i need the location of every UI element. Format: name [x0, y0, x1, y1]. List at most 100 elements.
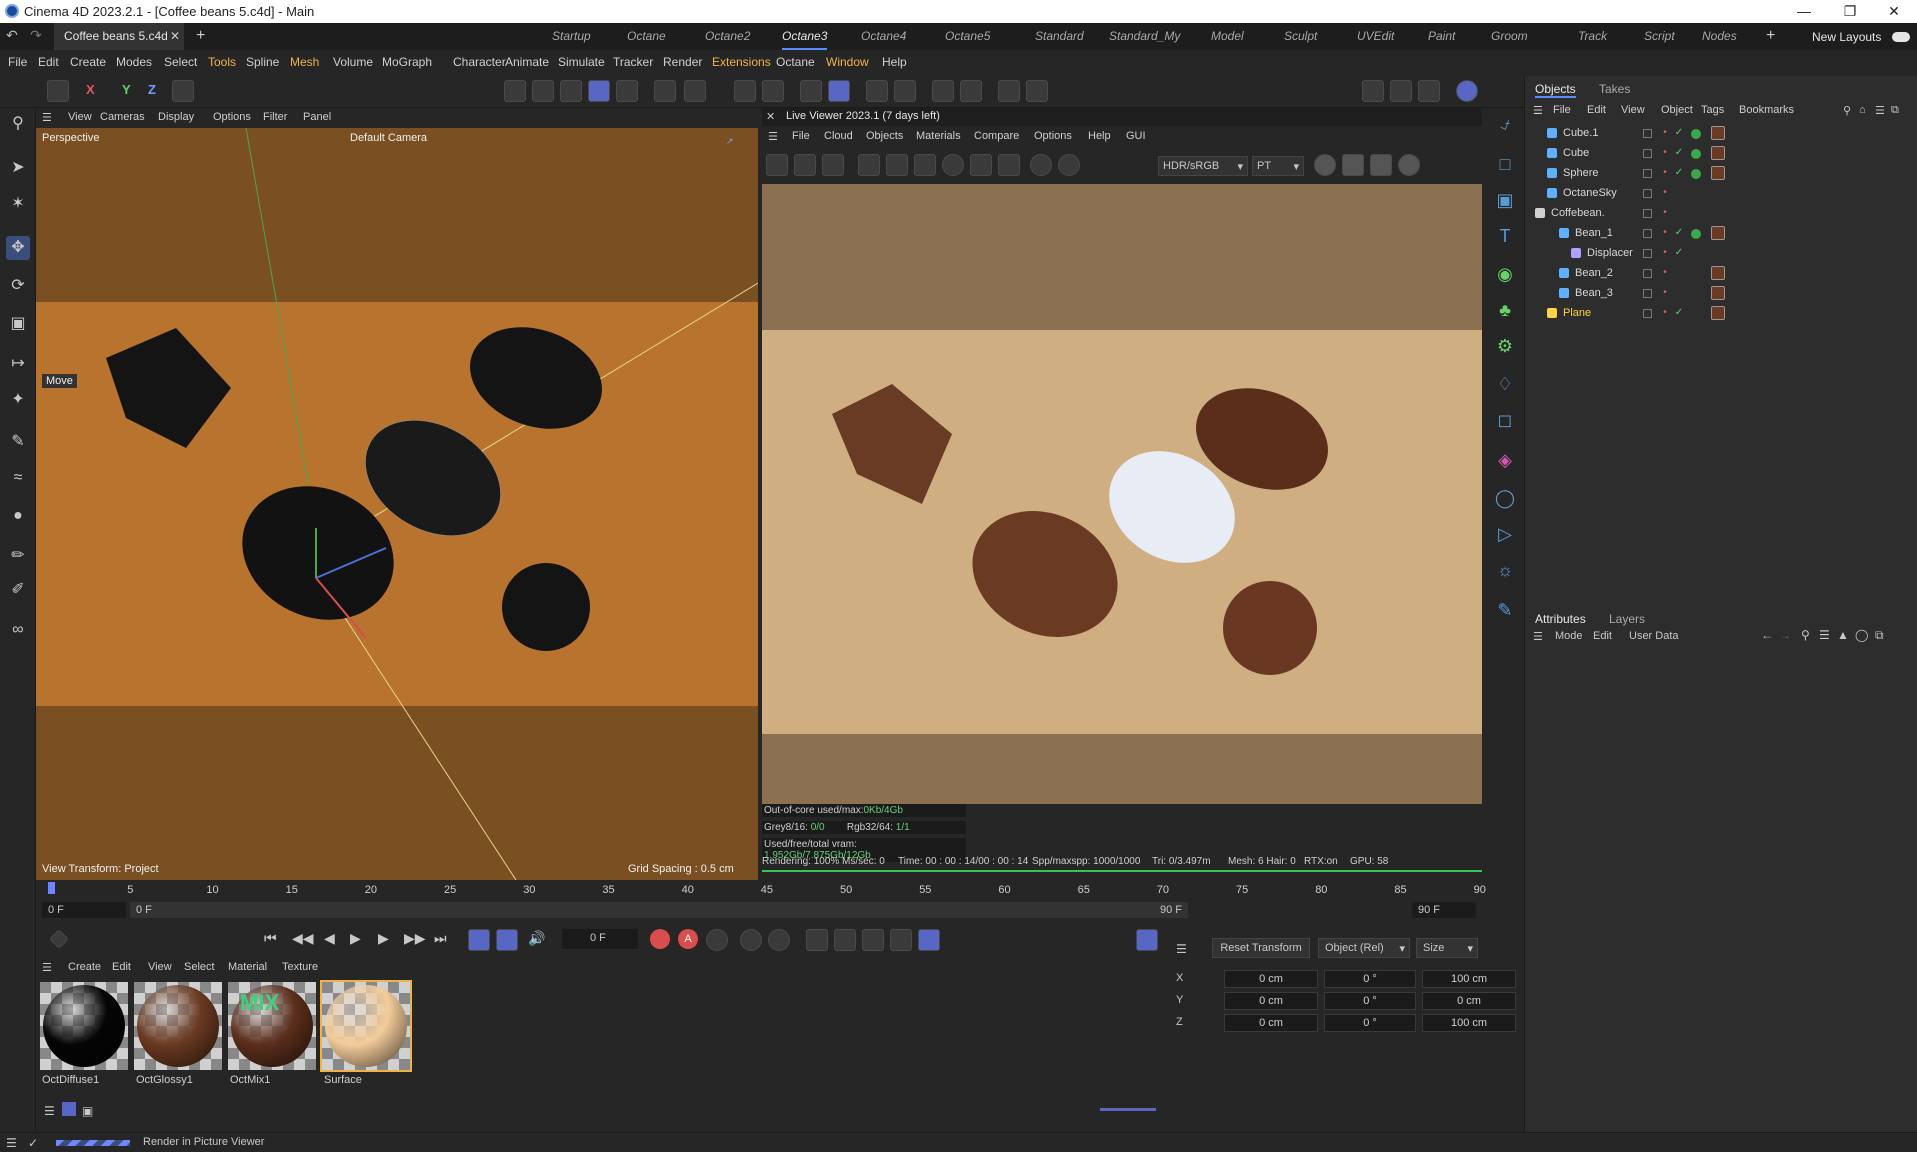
material-swatch[interactable]	[40, 982, 128, 1070]
size-field[interactable]: 100 cm	[1422, 1014, 1516, 1032]
rotate-tool-icon[interactable]: ⟳	[6, 274, 30, 298]
previous-frame-icon[interactable]: ◀	[324, 930, 335, 947]
object-menu-bookmarks[interactable]: Bookmarks	[1739, 104, 1794, 116]
gear-icon[interactable]	[886, 154, 908, 176]
sound-icon[interactable]: 🔊	[528, 930, 545, 947]
menu-render[interactable]: Render	[663, 55, 702, 69]
octane-tag-icon[interactable]	[1691, 149, 1701, 159]
live-viewer-menu-options[interactable]: Options	[1034, 130, 1072, 142]
max-frame-field[interactable]: 90 F	[1412, 902, 1476, 918]
attributes-lock-icon[interactable]: ▲	[1837, 628, 1849, 642]
symmetry-icon[interactable]	[932, 80, 954, 102]
layer-flag-icon[interactable]	[1643, 249, 1652, 258]
menu-octane[interactable]: Octane	[776, 55, 815, 69]
layout-tab-standard[interactable]: Standard	[1035, 23, 1084, 50]
enabled-check-icon[interactable]: ✓	[1673, 227, 1685, 239]
position-field[interactable]: 0 cm	[1224, 1014, 1318, 1032]
mograph-cloner-icon[interactable]: ♣	[1493, 298, 1517, 322]
coordinate-mode-select[interactable]: Object (Rel) ▾	[1318, 938, 1410, 958]
spline-object-icon[interactable]: ⍻	[1493, 112, 1517, 136]
live-select-icon[interactable]: ✶	[6, 192, 30, 216]
layer-flag-icon[interactable]	[1643, 269, 1652, 278]
rotation-field[interactable]: 0 °	[1324, 1014, 1416, 1032]
live-viewer-menu-compare[interactable]: Compare	[974, 130, 1019, 142]
close-tab-icon[interactable]: ✕	[170, 23, 180, 50]
material-tag-icon[interactable]	[1711, 226, 1725, 240]
material-menu-create[interactable]: Create	[68, 961, 101, 973]
layout-tab-standard_my[interactable]: Standard_My	[1109, 23, 1180, 50]
snap-settings-icon[interactable]	[762, 80, 784, 102]
model-mode-icon[interactable]	[47, 80, 69, 102]
material-swatch[interactable]	[320, 980, 412, 1072]
material-tag-icon[interactable]	[1711, 266, 1725, 280]
environment-icon[interactable]: ◯	[1493, 486, 1517, 510]
object-menu-view[interactable]: View	[1621, 104, 1645, 116]
material-tag-icon[interactable]	[1711, 166, 1725, 180]
knife-icon[interactable]: ✦	[6, 388, 30, 412]
visibility-dots-icon[interactable]: •	[1659, 127, 1671, 139]
menu-file[interactable]: File	[8, 55, 27, 69]
rotation-field[interactable]: 0 °	[1324, 992, 1416, 1010]
material-tag-icon[interactable]	[1711, 286, 1725, 300]
primitive-icon[interactable]: ●	[6, 504, 30, 528]
new-layouts-button[interactable]: New Layouts	[1812, 30, 1881, 44]
transfer-icon[interactable]: ↦	[6, 352, 30, 376]
point-level-anim-icon[interactable]	[918, 929, 940, 951]
uv-mode-icon[interactable]	[616, 80, 638, 102]
live-viewer-menu-file[interactable]: File	[792, 130, 810, 142]
z-axis-lock[interactable]: Z	[148, 82, 156, 97]
move-tool-icon[interactable]: ✥	[6, 236, 30, 260]
loop-icon[interactable]	[468, 929, 490, 951]
add-layout-icon[interactable]: +	[1766, 27, 1775, 45]
go-to-end-icon[interactable]: ⏭	[434, 930, 447, 947]
octane-tag-icon[interactable]	[1691, 229, 1701, 239]
kernel-select[interactable]: PT ▾	[1252, 156, 1304, 176]
visibility-dots-icon[interactable]: •	[1659, 267, 1671, 279]
paint-brush-icon[interactable]: ✐	[6, 578, 30, 602]
viewport-menu-display[interactable]: Display	[158, 111, 194, 123]
visibility-dots-icon[interactable]: •	[1659, 187, 1671, 199]
sculpt-icon[interactable]	[998, 80, 1020, 102]
select-icon[interactable]: ➤	[6, 156, 30, 180]
minimize-button[interactable]: —	[1781, 0, 1827, 23]
object-row[interactable]: Cube.1 • ✓	[1525, 124, 1917, 144]
menu-select[interactable]: Select	[164, 55, 197, 69]
viewport-camera[interactable]: Default Camera	[350, 132, 427, 144]
x-axis-lock[interactable]: X	[86, 82, 95, 97]
enabled-check-icon[interactable]: ✓	[1673, 247, 1685, 259]
menu-tracker[interactable]: Tracker	[613, 55, 653, 69]
paint-icon[interactable]	[1026, 80, 1048, 102]
viewport-menu-icon[interactable]: ☰	[42, 111, 52, 124]
spline-sketch-icon[interactable]: ≈	[6, 466, 30, 490]
timing-icon[interactable]	[768, 929, 790, 951]
text-object-icon[interactable]: T	[1493, 224, 1517, 248]
material-menu-icon[interactable]: ☰	[42, 961, 52, 974]
light-object-icon[interactable]: ☼	[1493, 558, 1517, 582]
object-manager-menu-icon[interactable]: ☰	[1533, 104, 1543, 117]
object-row[interactable]: Sphere • ✓	[1525, 164, 1917, 184]
layout-tab-groom[interactable]: Groom	[1491, 23, 1528, 50]
film-icon[interactable]	[1030, 154, 1052, 176]
y-axis-lock[interactable]: Y	[122, 82, 131, 97]
layer-flag-icon[interactable]	[1643, 309, 1652, 318]
current-frame-field[interactable]: 0 F	[562, 929, 638, 949]
live-viewer-menu-help[interactable]: Help	[1088, 130, 1111, 142]
size-field[interactable]: 0 cm	[1422, 992, 1516, 1010]
render-active-icon[interactable]	[894, 80, 916, 102]
filter-icon[interactable]: ☰	[1875, 104, 1885, 117]
live-viewer-menu-objects[interactable]: Objects	[866, 130, 903, 142]
motion-record-icon[interactable]	[740, 929, 762, 951]
next-key-icon[interactable]: ▶▶	[404, 930, 426, 947]
field-icon[interactable]: ⚙	[1493, 334, 1517, 358]
material-swatch[interactable]: MIX	[228, 982, 316, 1070]
timeline[interactable]: 051015202530354045505560657075808590 0 F…	[36, 880, 1486, 924]
solo-icon[interactable]	[684, 80, 706, 102]
maximize-button[interactable]: ❐	[1827, 0, 1873, 23]
menu-mograph[interactable]: MoGraph	[382, 55, 432, 69]
record-active-icon[interactable]	[650, 929, 670, 949]
tab-layers[interactable]: Layers	[1609, 612, 1645, 626]
live-viewer-menu-gui[interactable]: GUI	[1126, 130, 1146, 142]
attributes-menu-edit[interactable]: Edit	[1593, 630, 1612, 642]
octane-live-icon[interactable]	[1456, 80, 1478, 102]
3d-viewport[interactable]: Perspective Default Camera Move View Tra…	[36, 128, 758, 880]
